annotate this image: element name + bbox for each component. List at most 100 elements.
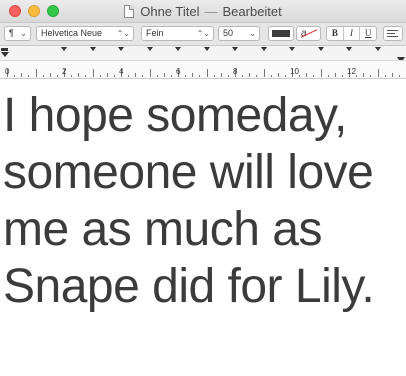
tab-stop-marker[interactable] xyxy=(261,47,267,51)
tab-stop-marker[interactable] xyxy=(289,47,295,51)
ruler-scale: 0 2 4 6 8 10 12 xyxy=(0,60,406,77)
ruler-tick xyxy=(370,75,372,77)
ruler-tick xyxy=(206,69,208,77)
paragraph-style-popup[interactable]: ¶ ⌄ xyxy=(4,26,31,41)
ruler-tick xyxy=(220,73,222,77)
ruler-tick xyxy=(398,75,400,77)
document-text[interactable]: I hope someday, someone will love me as … xyxy=(3,87,403,315)
ruler-tick xyxy=(28,75,30,77)
ruler-tick xyxy=(135,73,137,77)
paragraph-icon: ¶ xyxy=(9,28,14,38)
ruler-tick xyxy=(213,75,215,77)
align-left-icon xyxy=(387,30,398,31)
title-bar: Ohne Titel — Bearbeitet xyxy=(0,0,406,23)
font-style-popup[interactable]: Fein ⌃⌄ xyxy=(141,26,214,41)
ruler-tick xyxy=(356,75,358,77)
ruler-tick xyxy=(192,73,194,77)
tab-stop-marker[interactable] xyxy=(175,47,181,51)
document-status[interactable]: Bearbeitet xyxy=(223,4,282,19)
document-name[interactable]: Ohne Titel xyxy=(140,4,199,19)
ruler-tick xyxy=(306,73,308,77)
ruler-tick xyxy=(284,75,286,77)
ruler-tick xyxy=(299,75,301,77)
ruler-label: 6 xyxy=(176,67,181,76)
tab-stop-marker[interactable] xyxy=(318,47,324,51)
ruler-tick xyxy=(242,75,244,77)
format-toolbar: ¶ ⌄ Helvetica Neue ⌃⌄ Fein ⌃⌄ 50 ⌄ a B I… xyxy=(0,23,406,46)
first-line-indent-marker[interactable] xyxy=(1,48,8,51)
chevron-down-icon: ⌄ xyxy=(249,29,256,38)
ruler-tick xyxy=(377,69,379,77)
background-color-well[interactable]: a xyxy=(296,26,321,41)
font-size-value: 50 xyxy=(223,28,234,38)
ruler-label: 8 xyxy=(233,67,238,76)
tab-stop-marker[interactable] xyxy=(204,47,210,51)
tab-stop-marker[interactable] xyxy=(90,47,96,51)
ruler-tick xyxy=(185,75,187,77)
tab-stop-marker[interactable] xyxy=(375,47,381,51)
ruler-tick xyxy=(99,75,101,77)
align-left-icon-line xyxy=(387,33,395,34)
chevron-down-icon: ⌄ xyxy=(20,29,27,38)
ruler-tick xyxy=(156,75,158,77)
left-indent-marker[interactable] xyxy=(1,52,9,57)
tab-stop-marker[interactable] xyxy=(346,47,352,51)
align-left-icon-line xyxy=(387,36,398,37)
tab-stop-marker[interactable] xyxy=(147,47,153,51)
ruler-tick xyxy=(14,75,16,77)
ruler-tick xyxy=(320,69,322,77)
title-separator: — xyxy=(204,3,218,19)
ruler-tick xyxy=(163,73,165,77)
ruler-tick xyxy=(263,69,265,77)
ruler-tick xyxy=(56,75,58,77)
tab-stop-marker[interactable] xyxy=(232,47,238,51)
ruler-tick xyxy=(149,69,151,77)
text-color-well[interactable] xyxy=(268,26,294,41)
ruler-tick xyxy=(142,75,144,77)
font-family-value: Helvetica Neue xyxy=(41,28,103,38)
ruler-tick xyxy=(249,73,251,77)
ruler-tick xyxy=(21,73,23,77)
text-color-swatch xyxy=(272,30,290,37)
ruler-tick xyxy=(384,75,386,77)
document-area[interactable]: I hope someday, someone will love me as … xyxy=(0,79,406,376)
ruler-tick xyxy=(313,75,315,77)
ruler-tick xyxy=(227,75,229,77)
font-size-combo[interactable]: 50 ⌄ xyxy=(218,26,260,41)
stepper-icon: ⌃⌄ xyxy=(116,29,130,38)
ruler-label: 12 xyxy=(347,67,356,76)
ruler-tick xyxy=(106,73,108,77)
text-style-group: B I U xyxy=(326,26,377,41)
ruler-label: 0 xyxy=(5,67,10,76)
tab-stop-marker[interactable] xyxy=(118,47,124,51)
ruler-tick xyxy=(341,75,343,77)
ruler-tick xyxy=(391,73,393,77)
ruler-tick xyxy=(71,75,73,77)
stepper-icon: ⌃⌄ xyxy=(196,29,210,38)
ruler-tick xyxy=(78,73,80,77)
ruler-tick xyxy=(85,75,87,77)
ruler-tick xyxy=(334,73,336,77)
ruler-tick xyxy=(113,75,115,77)
underline-button[interactable]: U xyxy=(360,27,376,40)
ruler-tick xyxy=(42,75,44,77)
ruler-tick xyxy=(277,73,279,77)
bold-button[interactable]: B xyxy=(327,27,344,40)
font-style-value: Fein xyxy=(146,28,164,38)
ruler-tick xyxy=(170,75,172,77)
ruler[interactable]: 0 2 4 6 8 10 12 xyxy=(0,46,406,79)
ruler-tick xyxy=(49,73,51,77)
textedit-window: Ohne Titel — Bearbeitet ¶ ⌄ Helvetica Ne… xyxy=(0,0,406,376)
tab-stop-marker[interactable] xyxy=(61,47,67,51)
document-icon[interactable] xyxy=(124,4,135,18)
ruler-tick xyxy=(92,69,94,77)
ruler-tick xyxy=(128,75,130,77)
ruler-tick xyxy=(199,75,201,77)
font-family-popup[interactable]: Helvetica Neue ⌃⌄ xyxy=(36,26,134,41)
ruler-tick xyxy=(256,75,258,77)
ruler-label: 4 xyxy=(119,67,124,76)
text-alignment-button[interactable] xyxy=(383,26,403,41)
window-title: Ohne Titel — Bearbeitet xyxy=(0,0,406,22)
ruler-tick xyxy=(270,75,272,77)
italic-button[interactable]: I xyxy=(344,27,361,40)
